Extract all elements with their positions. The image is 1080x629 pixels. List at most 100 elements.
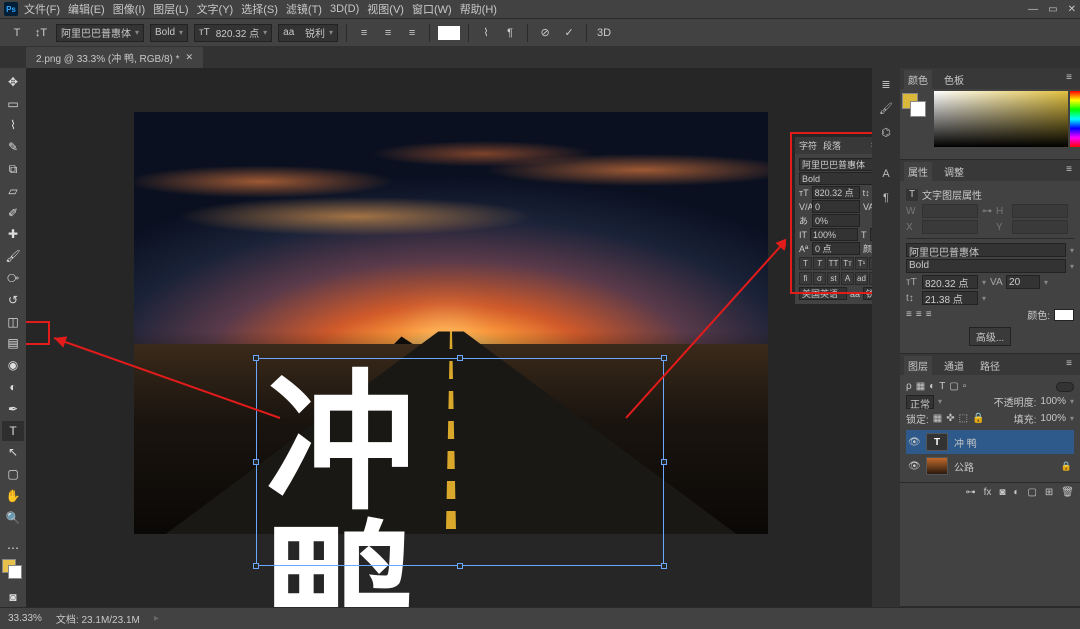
menu-edit[interactable]: 编辑(E) bbox=[68, 1, 105, 17]
history-panel-icon[interactable]: ≣ bbox=[878, 76, 894, 92]
menu-3d[interactable]: 3D(D) bbox=[330, 3, 359, 15]
window-minimize-icon[interactable]: — bbox=[1028, 4, 1038, 15]
adjust-tab[interactable]: 调整 bbox=[940, 162, 968, 181]
prop-font-family[interactable]: 阿里巴巴普惠体 bbox=[906, 243, 1066, 257]
delete-layer-icon[interactable]: 🗑 bbox=[1061, 487, 1074, 498]
brush-settings-icon[interactable]: ⌬ bbox=[878, 124, 894, 140]
zoom-tool-icon[interactable]: 🔍 bbox=[2, 508, 24, 528]
char-panel-toggle-icon[interactable]: A bbox=[878, 166, 894, 182]
lasso-tool-icon[interactable]: ⌇ bbox=[2, 116, 24, 136]
menu-help[interactable]: 帮助(H) bbox=[460, 1, 497, 17]
menu-type[interactable]: 文字(Y) bbox=[197, 1, 234, 17]
prop-color-swatch[interactable] bbox=[1054, 309, 1074, 321]
layer-style-icon[interactable]: fx bbox=[984, 487, 992, 498]
close-tab-icon[interactable]: ✕ bbox=[186, 52, 194, 63]
lock-artboard-icon[interactable]: ⬚ bbox=[959, 413, 968, 424]
font-size-dropdown[interactable]: тT820.32 点▾ bbox=[194, 24, 272, 42]
link-icon[interactable]: ⊶ bbox=[982, 206, 992, 217]
blend-mode-dropdown[interactable]: 正常 bbox=[906, 395, 934, 409]
filter-shape-icon[interactable]: ▢ bbox=[949, 381, 958, 392]
layer-name[interactable]: 冲 鸭 bbox=[954, 435, 977, 450]
align-left-icon2[interactable]: ≡ bbox=[906, 309, 912, 320]
swatches-tab[interactable]: 色板 bbox=[940, 70, 968, 89]
align-right-icon2[interactable]: ≡ bbox=[926, 309, 932, 320]
color-field[interactable] bbox=[934, 91, 1068, 147]
layer-row[interactable]: 👁 T 冲 鸭 bbox=[906, 430, 1074, 454]
window-close-icon[interactable]: ✕ bbox=[1068, 4, 1076, 15]
text-layer-bbox[interactable]: 冲 鸭 bbox=[266, 368, 654, 556]
advanced-button[interactable]: 高级... bbox=[969, 327, 1011, 346]
align-center-icon[interactable]: ≡ bbox=[379, 24, 397, 42]
link-layers-icon[interactable]: ⊶ bbox=[966, 487, 976, 498]
crop-tool-icon[interactable]: ⧉ bbox=[2, 159, 24, 179]
props-menu-icon[interactable]: ≡ bbox=[1062, 162, 1076, 181]
window-restore-icon[interactable]: ▭ bbox=[1048, 4, 1057, 15]
menu-window[interactable]: 窗口(W) bbox=[412, 1, 452, 17]
dodge-tool-icon[interactable]: ◐ bbox=[2, 377, 24, 397]
prop-x-input[interactable] bbox=[922, 220, 978, 234]
visibility-icon[interactable]: 👁 bbox=[908, 461, 920, 472]
brush-panel-icon[interactable]: 🖌 bbox=[878, 100, 894, 116]
char-panel-icon[interactable]: ¶ bbox=[501, 24, 519, 42]
canvas-area[interactable]: 冲 鸭 字符 段落 » ≡ 阿里巴巴普惠体▾ Bold▾ тT 820.32 点… bbox=[26, 68, 872, 607]
layers-tab[interactable]: 图层 bbox=[904, 356, 932, 375]
channels-tab[interactable]: 通道 bbox=[940, 356, 968, 375]
lock-position-icon[interactable]: ✜ bbox=[946, 413, 954, 424]
paths-tab[interactable]: 路径 bbox=[976, 356, 1004, 375]
group-icon[interactable]: ▢ bbox=[1027, 487, 1036, 498]
orientation-toggle-icon[interactable]: ↕T bbox=[32, 24, 50, 42]
new-layer-icon[interactable]: ⊞ bbox=[1045, 487, 1053, 498]
healing-tool-icon[interactable]: ✚ bbox=[2, 225, 24, 245]
layer-row[interactable]: 👁 公路 🔒 bbox=[906, 454, 1074, 478]
menu-filter[interactable]: 滤镜(T) bbox=[286, 1, 322, 17]
prop-h-input[interactable] bbox=[1012, 204, 1068, 218]
prop-y-input[interactable] bbox=[1012, 220, 1068, 234]
layer-name[interactable]: 公路 bbox=[954, 459, 974, 474]
font-family-dropdown[interactable]: 阿里巴巴普惠体▾ bbox=[56, 24, 144, 42]
opacity-value[interactable]: 100% bbox=[1040, 396, 1066, 407]
hue-slider[interactable] bbox=[1070, 91, 1080, 147]
menu-layer[interactable]: 图层(L) bbox=[153, 1, 188, 17]
menu-file[interactable]: 文件(F) bbox=[24, 1, 60, 17]
gradient-tool-icon[interactable]: ▤ bbox=[2, 334, 24, 354]
filter-icon[interactable]: ρ bbox=[906, 381, 912, 392]
prop-w-input[interactable] bbox=[922, 204, 978, 218]
filter-pixel-icon[interactable]: ▦ bbox=[916, 381, 925, 392]
marquee-tool-icon[interactable]: ▭ bbox=[2, 94, 24, 114]
quick-select-tool-icon[interactable]: ✎ bbox=[2, 137, 24, 157]
fill-value[interactable]: 100% bbox=[1040, 413, 1066, 424]
layer-mask-icon[interactable]: ◙ bbox=[999, 487, 1005, 498]
filter-type-icon[interactable]: T bbox=[939, 381, 945, 392]
align-right-icon[interactable]: ≡ bbox=[403, 24, 421, 42]
color-tab[interactable]: 颜色 bbox=[904, 70, 932, 89]
filter-smart-icon[interactable]: ▫ bbox=[963, 381, 967, 392]
quick-mask-icon[interactable]: ◙ bbox=[2, 587, 24, 607]
type-tool-icon[interactable]: T bbox=[2, 421, 24, 441]
edit-toolbar-icon[interactable]: ⋯ bbox=[2, 538, 24, 558]
properties-tab[interactable]: 属性 bbox=[904, 162, 932, 181]
history-brush-tool-icon[interactable]: ↺ bbox=[2, 290, 24, 310]
prop-leading[interactable] bbox=[922, 291, 978, 305]
align-center-icon2[interactable]: ≡ bbox=[916, 309, 922, 320]
brush-tool-icon[interactable]: 🖌 bbox=[2, 246, 24, 266]
font-style-dropdown[interactable]: Bold▾ bbox=[150, 24, 188, 42]
align-left-icon[interactable]: ≡ bbox=[355, 24, 373, 42]
prop-font-style[interactable]: Bold bbox=[906, 259, 1066, 273]
color-panel-menu-icon[interactable]: ≡ bbox=[1062, 70, 1076, 89]
stamp-tool-icon[interactable]: ⧂ bbox=[2, 268, 24, 288]
lock-pixels-icon[interactable]: ▦ bbox=[933, 413, 942, 424]
bg-color-swatch[interactable] bbox=[910, 101, 926, 117]
menu-select[interactable]: 选择(S) bbox=[241, 1, 278, 17]
document-tab[interactable]: 2.png @ 33.3% (冲 鸭, RGB/8) * ✕ bbox=[26, 47, 203, 68]
commit-icon[interactable]: ✓ bbox=[560, 24, 578, 42]
visibility-icon[interactable]: 👁 bbox=[908, 437, 920, 448]
path-select-tool-icon[interactable]: ↖ bbox=[2, 443, 24, 463]
filter-toggle[interactable] bbox=[1056, 382, 1074, 392]
prop-size[interactable] bbox=[922, 275, 978, 289]
filter-adjust-icon[interactable]: ◐ bbox=[929, 381, 935, 392]
anti-alias-dropdown[interactable]: аа 锐利▾ bbox=[278, 24, 338, 42]
eyedropper-tool-icon[interactable]: ✐ bbox=[2, 203, 24, 223]
pen-tool-icon[interactable]: ✒ bbox=[2, 399, 24, 419]
hand-tool-icon[interactable]: ✋ bbox=[2, 486, 24, 506]
cancel-icon[interactable]: ⊘ bbox=[536, 24, 554, 42]
